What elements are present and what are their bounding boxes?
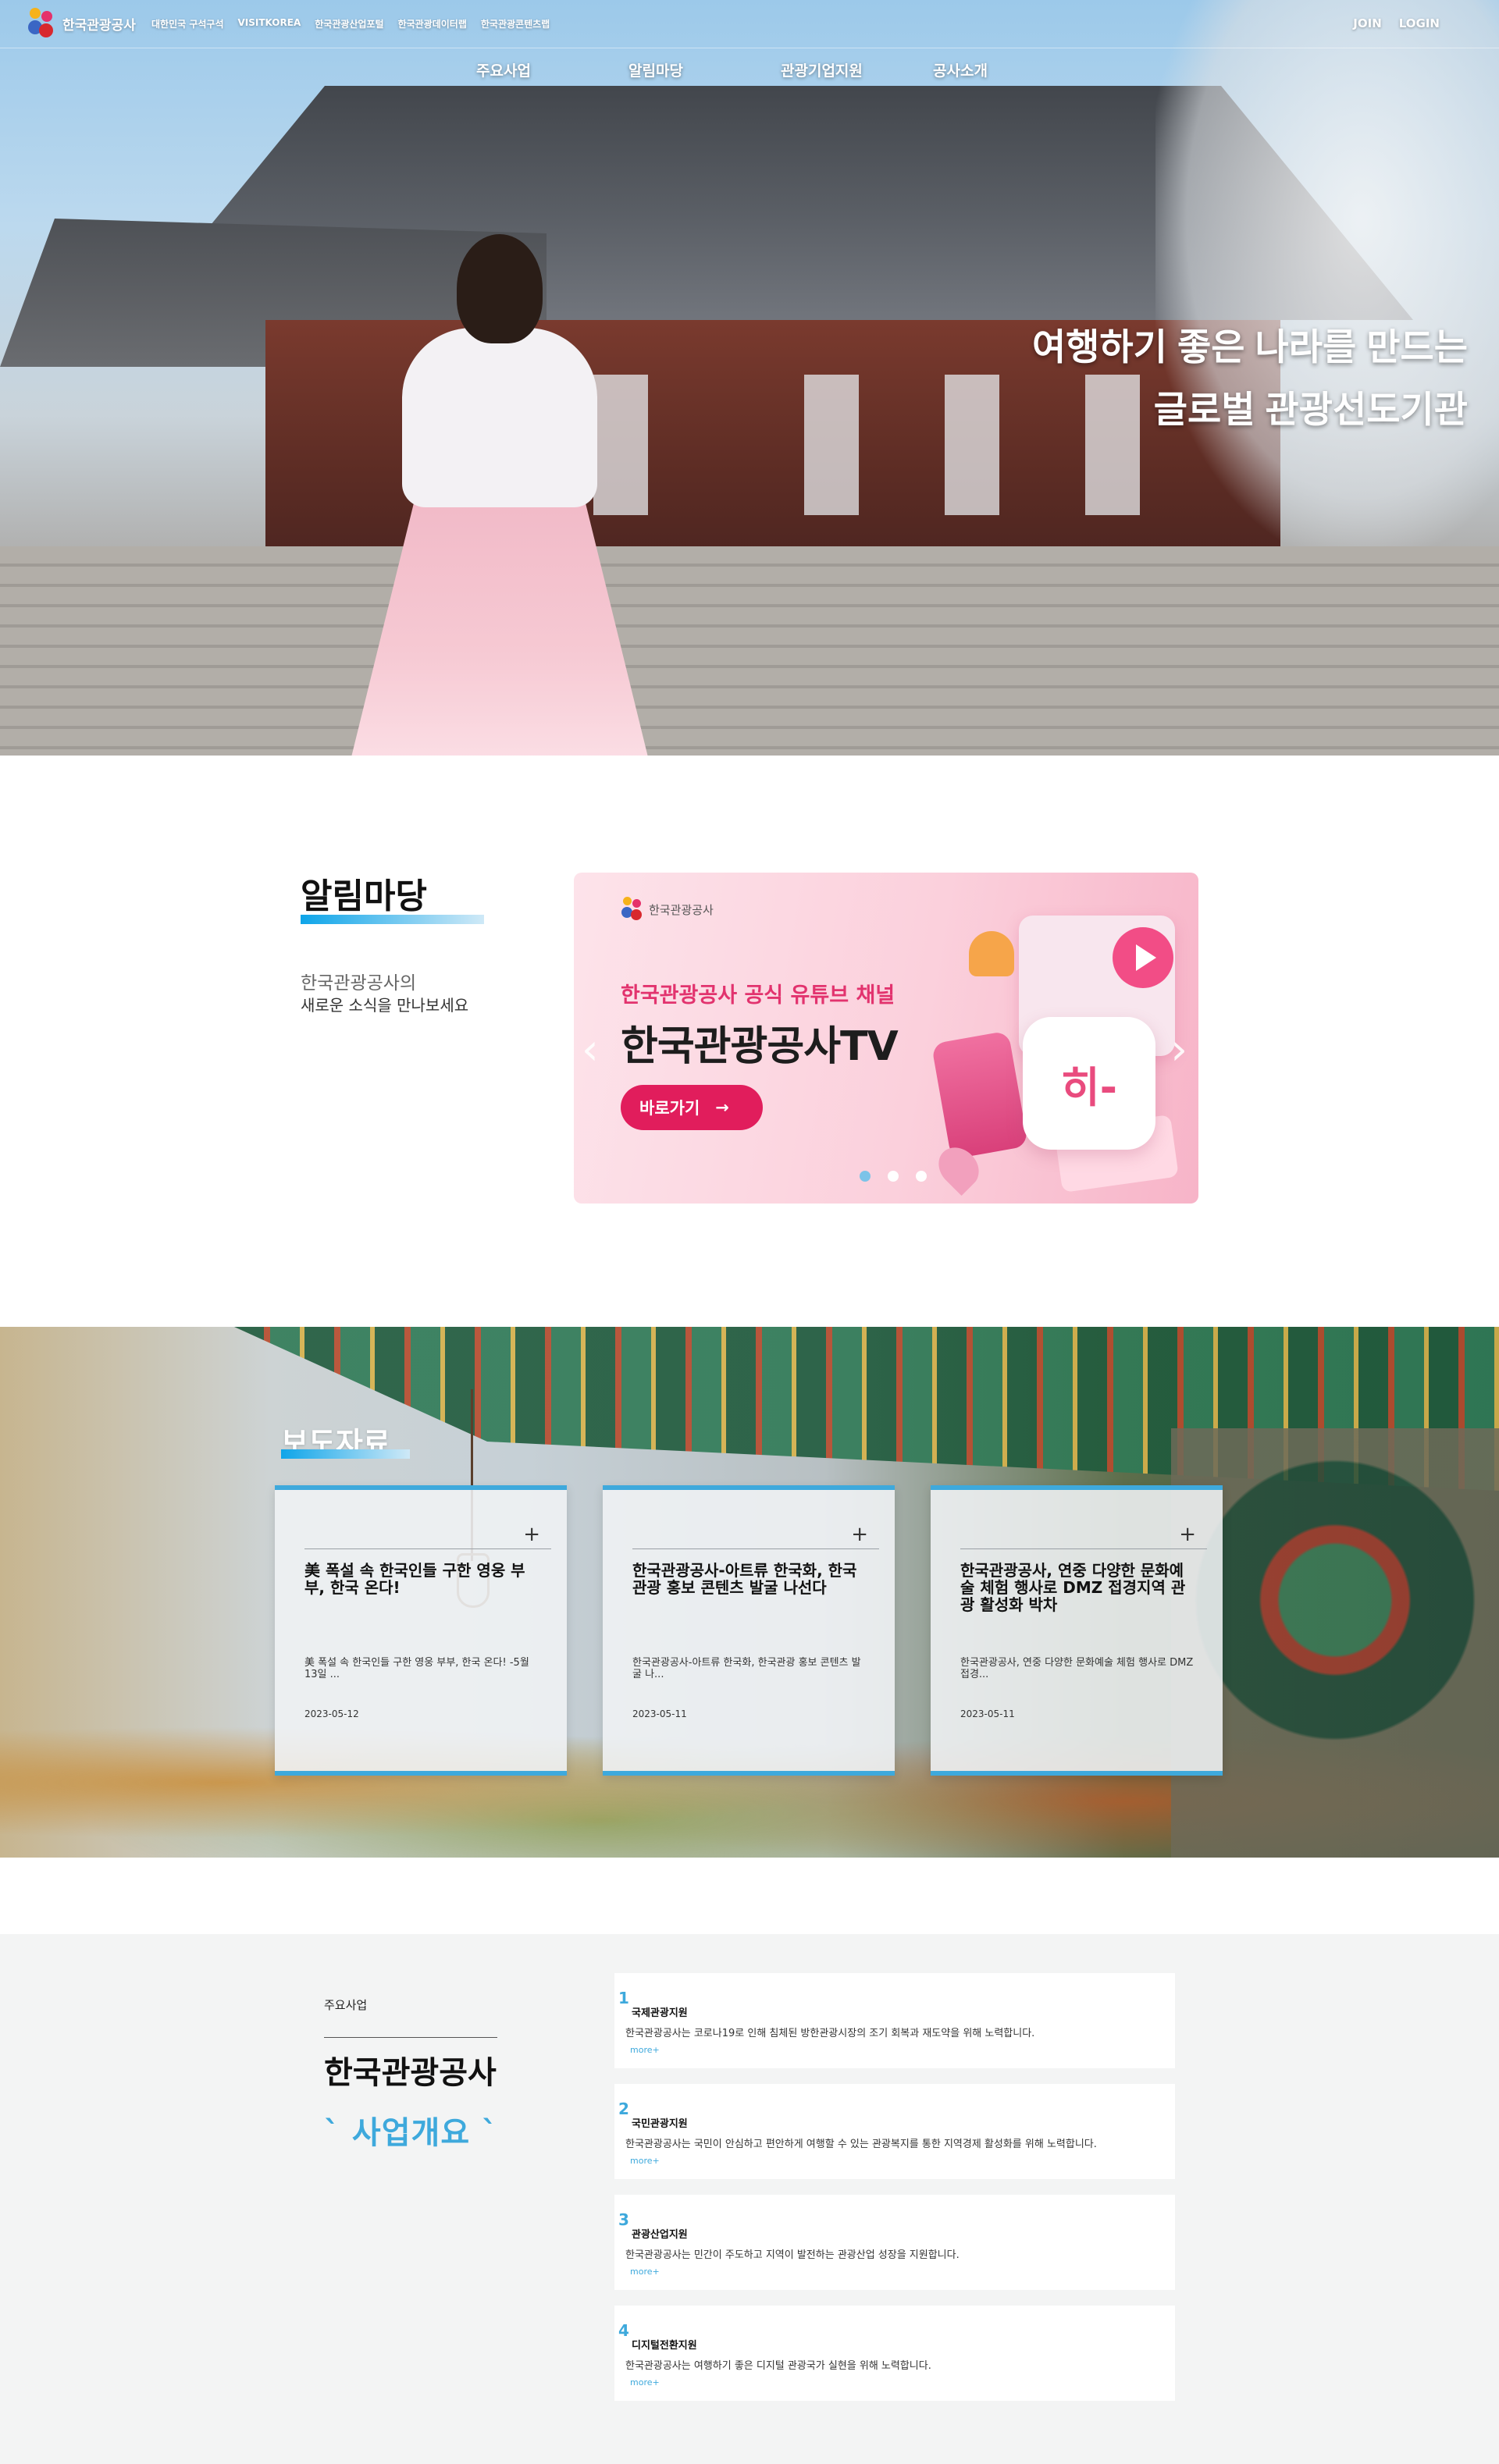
hero-slogan-line2: 글로벌 관광선도기관 — [1153, 389, 1468, 430]
notice-title: 알림마당 — [301, 876, 427, 916]
notice-title-underline — [301, 915, 484, 924]
press-card-title: 美 폭설 속 한국인들 구한 영웅 부부, 한국 온다! — [304, 1561, 525, 1597]
hero-slogan: 여행하기 좋은 나라를 만드는 글로벌 관광선도기관 — [1032, 316, 1468, 441]
top-header: 한국관광공사 대한민국 구석구석 VISITKOREA 한국관광산업포털 한국관… — [0, 0, 1499, 48]
business-item-name: 국민관광지원 — [632, 2118, 688, 2130]
palace-stairs — [0, 546, 1499, 756]
business-item: 3 관광산업지원 한국관광공사는 민간이 주도하고 지역이 발전하는 관광산업 … — [614, 2195, 1175, 2290]
main-nav: 주요사업 알림마당 관광기업지원 공사소개 — [476, 59, 1085, 80]
kto-logo-icon — [621, 896, 644, 923]
press-card-desc: 한국관광공사, 연중 다양한 문화예술 체험 행사로 DMZ 접경... — [960, 1657, 1194, 1680]
palace-door — [945, 375, 999, 515]
business-item-more-link[interactable]: more+ — [630, 2267, 660, 2277]
banner-subtitle: 한국관광공사 공식 유튜브 채널 — [621, 983, 895, 1008]
business-item-more-link[interactable]: more+ — [630, 2156, 660, 2166]
press-card[interactable]: + 한국관광공사-아트류 한국화, 한국관광 홍보 콘텐츠 발굴 나선다 한국관… — [603, 1485, 895, 1776]
banner-go-button[interactable]: 바로가기 → — [621, 1085, 763, 1130]
blossom-tree — [1155, 0, 1499, 546]
logo-text: 한국관광공사 — [62, 17, 136, 34]
nav-item-business[interactable]: 주요사업 — [476, 59, 628, 80]
press-card-date: 2023-05-11 — [632, 1708, 687, 1719]
site-link-contentslab[interactable]: 한국관광콘텐츠랩 — [481, 17, 550, 30]
plus-icon[interactable]: + — [523, 1524, 540, 1545]
site-link-industry-portal[interactable]: 한국관광산업포털 — [315, 17, 383, 30]
banner-logo-text: 한국관광공사 — [649, 902, 714, 917]
site-logo[interactable]: 한국관광공사 — [27, 6, 136, 41]
nav-item-enterprise-support[interactable]: 관광기업지원 — [781, 59, 933, 80]
palace-door — [804, 375, 859, 515]
business-item-number: 4 — [618, 2321, 629, 2340]
business-item-name: 관광산업지원 — [632, 2229, 688, 2241]
family-site-links: 대한민국 구석구석 VISITKOREA 한국관광산업포털 한국관광데이터랩 한… — [151, 17, 550, 30]
business-item-number: 1 — [618, 1989, 629, 2007]
press-card[interactable]: + 美 폭설 속 한국인들 구한 영웅 부부, 한국 온다! 美 폭설 속 한국… — [275, 1485, 567, 1776]
hanbok-woman — [336, 234, 664, 756]
suitcase-icon — [931, 1030, 1029, 1160]
auth-links: JOIN LOGIN — [1353, 16, 1440, 30]
nav-item-notice[interactable]: 알림마당 — [628, 59, 781, 80]
notice-subtitle-2: 새로운 소식을 만나보세요 — [301, 996, 469, 1015]
press-card-title: 한국관광공사-아트류 한국화, 한국관광 홍보 콘텐츠 발굴 나선다 — [632, 1561, 857, 1597]
slider-dot[interactable] — [860, 1171, 871, 1182]
press-card-date: 2023-05-12 — [304, 1708, 359, 1719]
login-link[interactable]: LOGIN — [1399, 16, 1440, 30]
join-link[interactable]: JOIN — [1353, 16, 1381, 30]
business-item-desc: 한국관광공사는 여행하기 좋은 디지털 관광국가 실현을 위해 노력합니다. — [625, 2360, 931, 2372]
site-link-datalab[interactable]: 한국관광데이터랩 — [398, 17, 467, 30]
business-label: 주요사업 — [324, 1998, 368, 2012]
slider-dots — [860, 1171, 927, 1182]
business-item-more-link[interactable]: more+ — [630, 2045, 660, 2055]
business-item-name: 디지털전환지원 — [632, 2340, 697, 2352]
press-card-desc: 美 폭설 속 한국인들 구한 영웅 부부, 한국 온다! -5월 13일 ... — [304, 1657, 529, 1680]
press-title-underline — [281, 1449, 410, 1459]
hero-slogan-line1: 여행하기 좋은 나라를 만드는 — [1031, 326, 1468, 368]
notice-subtitle-1: 한국관광공사의 — [301, 973, 417, 994]
business-item: 2 국민관광지원 한국관광공사는 국민이 안심하고 편안하게 여행할 수 있는 … — [614, 2084, 1175, 2179]
site-link-visitkorea[interactable]: VISITKOREA — [238, 17, 301, 30]
business-title: 한국관광공사 — [324, 2055, 497, 2091]
business-subtitle: ` 사업개요 ` — [324, 2115, 499, 2151]
business-divider — [324, 2037, 497, 2038]
nav-item-about[interactable]: 공사소개 — [933, 59, 1085, 80]
business-item: 4 디지털전환지원 한국관광공사는 여행하기 좋은 디지털 관광국가 실현을 위… — [614, 2306, 1175, 2401]
banner-illustration: 히- — [930, 888, 1198, 1200]
business-item-number: 2 — [618, 2100, 629, 2118]
business-item-desc: 한국관광공사는 민간이 주도하고 지역이 발전하는 관광산업 성장을 지원합니다… — [625, 2249, 960, 2261]
chevron-right-icon[interactable]: › — [1170, 1025, 1187, 1074]
business-item-desc: 한국관광공사는 국민이 안심하고 편안하게 여행할 수 있는 관광복지를 통한 … — [625, 2139, 1097, 2150]
slider-dot[interactable] — [888, 1171, 899, 1182]
chevron-left-icon[interactable]: ‹ — [582, 1025, 599, 1074]
press-card[interactable]: + 한국관광공사, 연중 다양한 문화예술 체험 행사로 DMZ 접경지역 관광… — [931, 1485, 1223, 1776]
press-card-date: 2023-05-11 — [960, 1708, 1015, 1719]
bell-icon — [969, 931, 1014, 976]
banner-logo: 한국관광공사 — [621, 896, 714, 923]
play-icon — [1113, 927, 1173, 988]
business-item-number: 3 — [618, 2210, 629, 2229]
hero-section: 여행하기 좋은 나라를 만드는 글로벌 관광선도기관 — [0, 0, 1499, 756]
press-card-title: 한국관광공사, 연중 다양한 문화예술 체험 행사로 DMZ 접경지역 관광 활… — [960, 1561, 1186, 1614]
arrow-right-icon: → — [715, 1098, 729, 1117]
business-item-name: 국제관광지원 — [632, 2007, 688, 2019]
kto-logo-icon — [27, 6, 56, 41]
mascot-flower-icon: 히- — [1023, 1017, 1155, 1150]
press-card-desc: 한국관광공사-아트류 한국화, 한국관광 홍보 콘텐츠 발굴 나... — [632, 1657, 861, 1680]
banner-title: 한국관광공사TV — [621, 1023, 899, 1070]
business-item: 1 국제관광지원 한국관광공사는 코로나19로 인해 침체된 방한관광시장의 조… — [614, 1973, 1175, 2068]
banner-go-label: 바로가기 — [639, 1099, 700, 1118]
business-item-more-link[interactable]: more+ — [630, 2377, 660, 2388]
slider-dot[interactable] — [916, 1171, 927, 1182]
site-link-korea[interactable]: 대한민국 구석구석 — [151, 17, 224, 30]
business-item-desc: 한국관광공사는 코로나19로 인해 침체된 방한관광시장의 조기 회복과 재도약… — [625, 2028, 1035, 2039]
youtube-banner-slider[interactable]: 한국관광공사 한국관광공사 공식 유튜브 채널 한국관광공사TV 바로가기 → … — [574, 873, 1198, 1204]
plus-icon[interactable]: + — [851, 1524, 868, 1545]
plus-icon[interactable]: + — [1179, 1524, 1196, 1545]
